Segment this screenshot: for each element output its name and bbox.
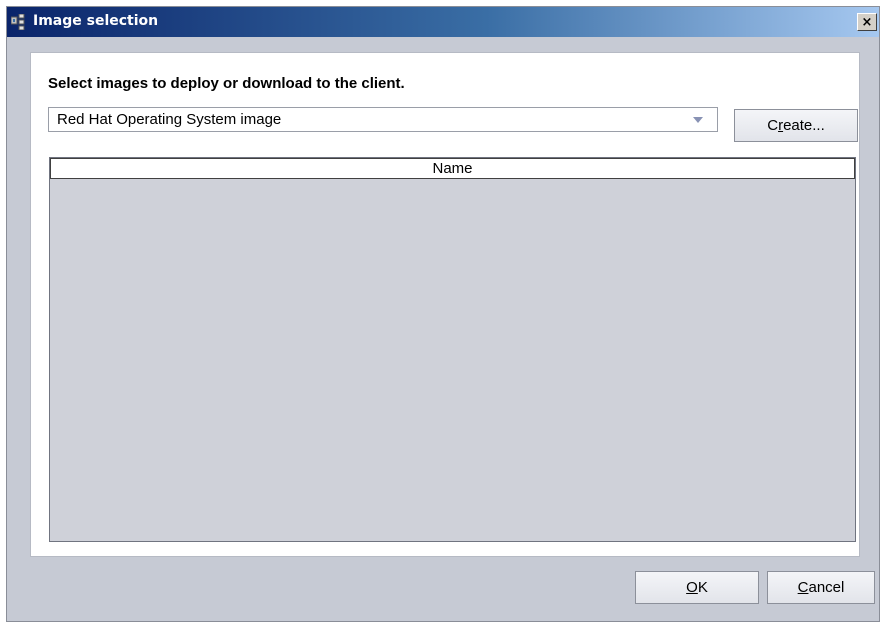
title-bar[interactable]: Image selection × [7, 7, 879, 37]
cancel-button-label-post: ancel [808, 579, 845, 596]
ok-button-label-post: K [697, 579, 708, 596]
dropdown-arrow-icon[interactable] [693, 117, 703, 123]
ok-button[interactable]: OK [635, 571, 759, 604]
ok-button-mnemonic: O [686, 579, 698, 596]
app-window-icon [10, 13, 29, 31]
image-type-select-value: Red Hat Operating System image [57, 111, 282, 128]
create-button-label-pre: C [767, 117, 779, 134]
window-title: Image selection [33, 13, 159, 29]
close-button[interactable]: × [857, 13, 877, 31]
images-table[interactable]: Name [49, 157, 856, 542]
images-table-body[interactable] [50, 179, 855, 541]
cancel-button-mnemonic: C [797, 579, 809, 596]
create-button[interactable]: Cr eate... [734, 109, 858, 142]
column-header-name-label: Name [432, 160, 473, 177]
create-button-label-post: eate... [783, 117, 825, 134]
image-type-select[interactable]: Red Hat Operating System image [48, 107, 718, 132]
cancel-button[interactable]: Cancel [767, 571, 875, 604]
column-header-name[interactable]: Name [50, 158, 855, 179]
image-selection-dialog: Image selection × Select images to deplo… [6, 6, 880, 622]
content-panel: Select images to deploy or download to t… [30, 52, 860, 557]
close-icon: × [861, 14, 873, 30]
instruction-label: Select images to deploy or download to t… [48, 75, 405, 92]
